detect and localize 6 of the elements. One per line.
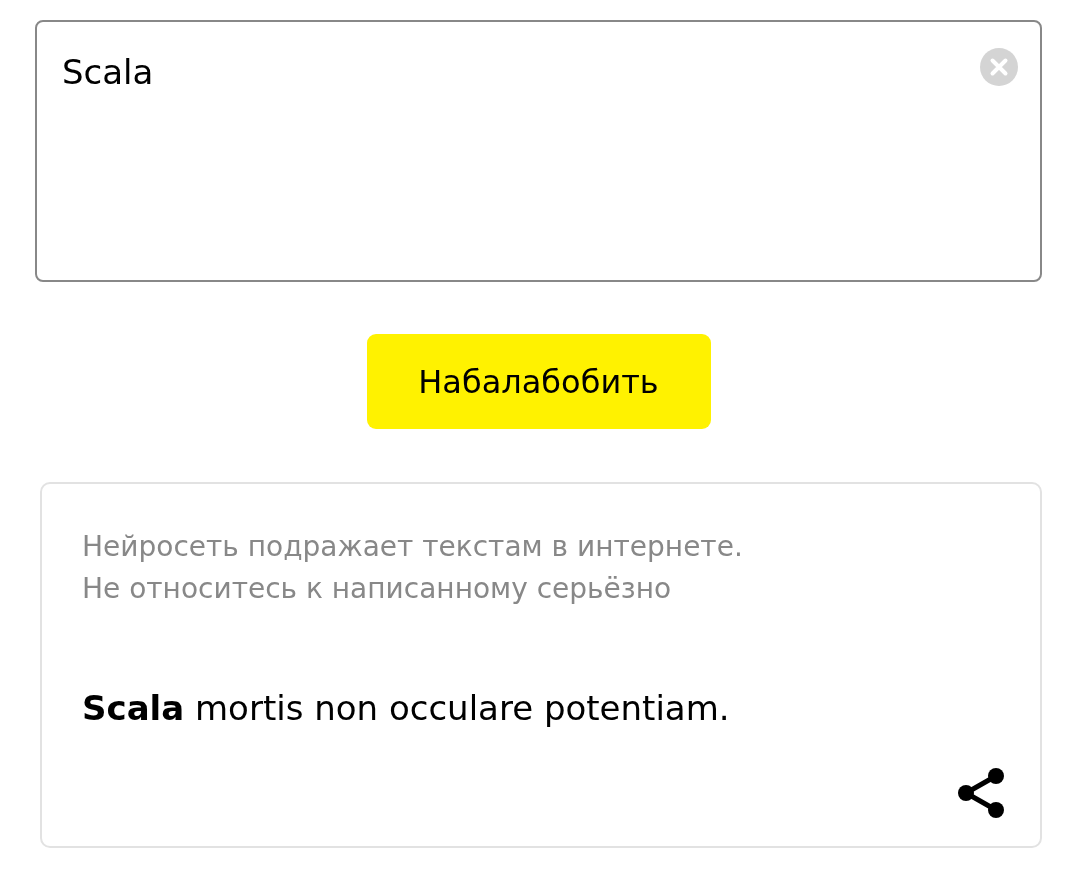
share-icon[interactable]: [958, 768, 1004, 818]
disclaimer-text: Не относитесь к написанному серьёзно: [82, 571, 672, 607]
generate-button[interactable]: Набалабобить: [366, 334, 711, 429]
disclaimer-text: Нейросеть подражает текстам в интернете.: [82, 529, 743, 565]
result-text: Scala mortis non occulare potentiam.: [82, 688, 730, 728]
input-field[interactable]: Scala: [35, 20, 1042, 282]
